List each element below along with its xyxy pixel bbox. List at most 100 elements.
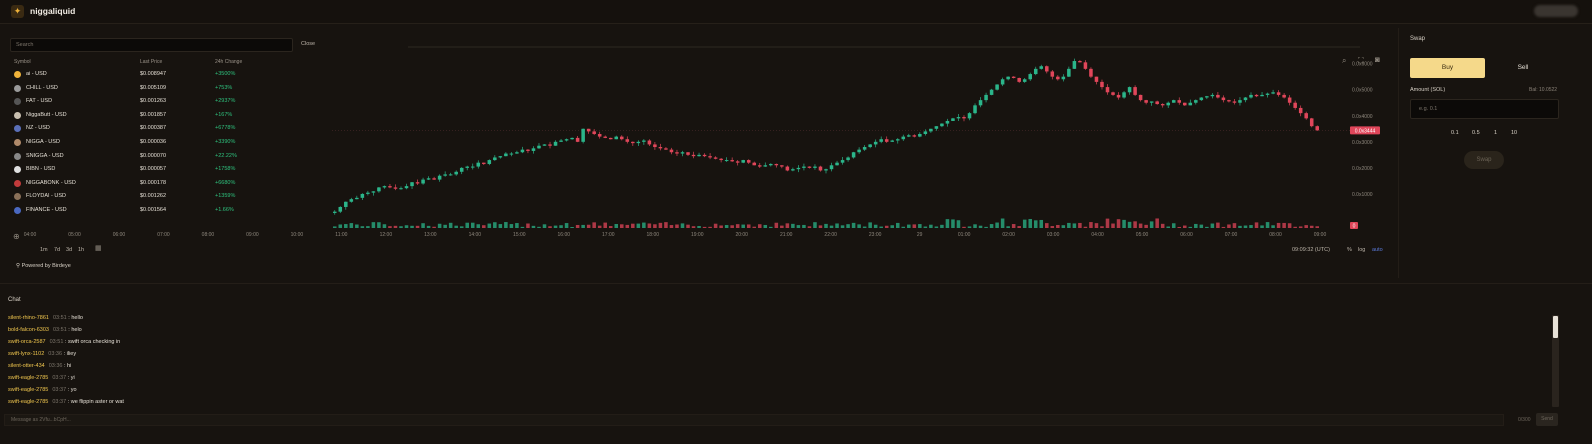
- sell-tab[interactable]: Sell: [1486, 58, 1560, 78]
- candle-body: [989, 89, 994, 95]
- candlestick-chart[interactable]: 04:00 05:00 06:00 07:00 08:00 09:00 10:00 11:00…: [10, 28, 1390, 273]
- candle-body: [448, 174, 453, 176]
- period-1m[interactable]: 1m: [40, 247, 48, 253]
- volume-bar: [1011, 224, 1016, 228]
- candle-body: [1227, 100, 1231, 102]
- candle-body: [1061, 76, 1066, 80]
- volume-bar: [741, 224, 745, 228]
- volume-bar: [526, 223, 530, 228]
- candle-body: [1199, 97, 1204, 101]
- volume-bar: [1243, 225, 1248, 228]
- price-chart[interactable]: 04:00 05:00 06:00 07:00 08:00 09:00 10:00 11:00…: [10, 28, 1390, 273]
- chat-username[interactable]: swift-orca-2587: [8, 339, 46, 345]
- candle-body: [614, 136, 619, 140]
- period-3d[interactable]: 3d: [66, 247, 72, 253]
- preset-0-1[interactable]: 0.1: [1451, 130, 1459, 136]
- volume-bar: [426, 225, 431, 228]
- chat-text: hello: [71, 315, 83, 321]
- candle-body: [642, 140, 646, 142]
- chat-username[interactable]: silent-otter-434: [8, 363, 45, 369]
- candle-body: [680, 152, 685, 154]
- volume-bar: [1138, 223, 1143, 228]
- period-1h[interactable]: 1h: [78, 247, 84, 253]
- volume-bar: [493, 222, 497, 228]
- candle-body: [918, 134, 922, 137]
- fullscreen-icon[interactable]: ⛶: [1358, 56, 1364, 66]
- camera-icon[interactable]: ◙: [1375, 55, 1380, 64]
- volume-bar: [813, 222, 817, 228]
- zoom-in-icon[interactable]: ⊕: [13, 232, 20, 241]
- candle-body: [912, 135, 917, 137]
- candle-body: [1050, 71, 1055, 77]
- auto-scale-toggle[interactable]: auto: [1372, 247, 1383, 253]
- volume-bar: [978, 225, 983, 228]
- chat-username[interactable]: swift-eagle-2785: [8, 375, 48, 381]
- candle-body: [366, 192, 370, 194]
- chat-username[interactable]: silent-rhino-7861: [8, 315, 49, 321]
- volume-bar: [1216, 222, 1220, 228]
- chat-message: swift-lynx-1102 03:36 : iliey: [8, 351, 77, 357]
- volume-bar: [1249, 225, 1253, 228]
- preset-1[interactable]: 1: [1494, 130, 1497, 136]
- account-chip[interactable]: [1534, 5, 1578, 17]
- candle-body: [1083, 62, 1088, 69]
- volume-bar: [509, 224, 514, 228]
- log-scale-toggle[interactable]: log: [1358, 247, 1365, 253]
- powered-by-birdeye[interactable]: ⚲ Powered by Birdeye: [16, 263, 71, 269]
- volume-bar: [1298, 226, 1303, 228]
- volume-bar: [581, 224, 585, 228]
- preset-10[interactable]: 10: [1511, 130, 1517, 136]
- volume-bar: [1221, 226, 1226, 228]
- candle-body: [1028, 74, 1032, 80]
- chat-scroll-thumb[interactable]: [1553, 316, 1558, 338]
- candle-body: [901, 136, 906, 140]
- period-7d[interactable]: 7d: [54, 247, 60, 253]
- percent-scale-toggle[interactable]: %: [1347, 247, 1352, 253]
- volume-bar: [1000, 218, 1005, 228]
- buy-tab[interactable]: Buy: [1410, 58, 1485, 78]
- candle-body: [1205, 96, 1209, 98]
- volume-bar: [1188, 226, 1193, 228]
- time-readout: 09:09:32 (UTC): [1292, 247, 1330, 253]
- rocket-icon[interactable]: ✦: [11, 5, 24, 18]
- chat-username[interactable]: bold-falcon-6303: [8, 327, 49, 333]
- volume-bar: [1265, 222, 1270, 228]
- chat-username[interactable]: swift-lynx-1102: [8, 351, 44, 357]
- amount-input[interactable]: [1410, 99, 1559, 119]
- chat-timestamp: 03:36: [48, 351, 63, 357]
- volume-bar: [470, 222, 475, 228]
- volume-bar: [719, 225, 723, 228]
- candle-body: [752, 162, 757, 166]
- y-tick-label: 0.0x5000: [1352, 88, 1373, 94]
- x-tick-label: 03:00: [1047, 232, 1060, 238]
- volume-bar: [1166, 226, 1170, 228]
- volume-bar: [923, 226, 928, 228]
- chat-username[interactable]: swift-eagle-2785: [8, 387, 48, 393]
- volume-bar: [553, 225, 558, 228]
- candle-body: [984, 94, 988, 101]
- candle-body: [559, 140, 563, 142]
- candle-body: [956, 117, 961, 119]
- volume-bar: [520, 226, 525, 228]
- candle-body: [1105, 87, 1110, 93]
- calendar-icon[interactable]: ▦: [95, 244, 102, 252]
- candle-body: [934, 126, 939, 129]
- candle-body: [929, 128, 933, 132]
- send-button[interactable]: Send: [1536, 413, 1558, 426]
- preset-0-5[interactable]: 0.5: [1472, 130, 1480, 136]
- volume-bar: [868, 222, 872, 228]
- volume-bar: [669, 225, 674, 228]
- candle-body: [553, 141, 558, 146]
- chat-username[interactable]: swift-eagle-2785: [8, 399, 48, 405]
- candle-body: [581, 128, 585, 142]
- x-tick-label: 19:00: [691, 232, 704, 238]
- candle-body: [780, 165, 784, 167]
- candle-body: [1221, 97, 1226, 101]
- candle-body: [399, 188, 403, 190]
- chat-input[interactable]: [4, 414, 1504, 426]
- swap-button[interactable]: Swap: [1464, 151, 1504, 169]
- volume-bar: [459, 226, 464, 228]
- candle-body: [393, 187, 398, 189]
- zoom-in-icon[interactable]: ⌕: [1342, 56, 1346, 66]
- candle-body: [592, 131, 596, 134]
